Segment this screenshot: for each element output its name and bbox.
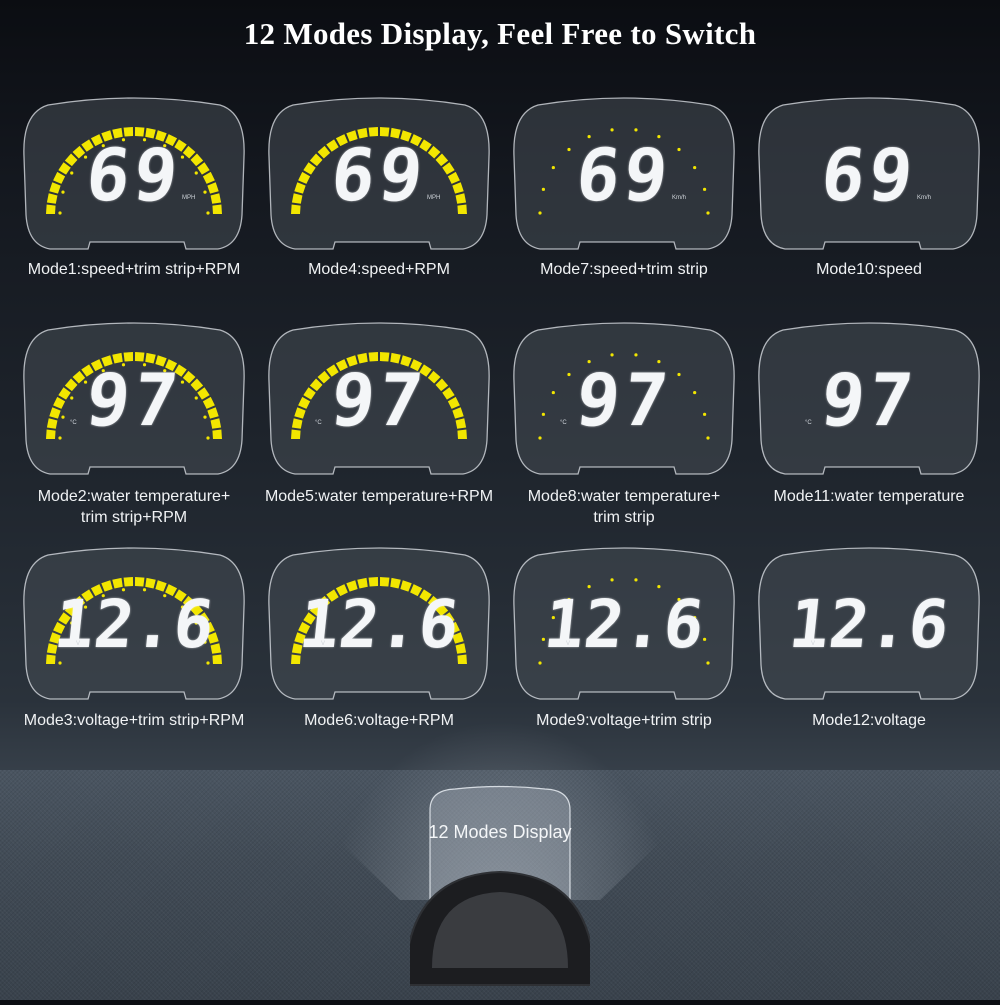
mode-label: Mode3:voltage+trim strip+RPM: [23, 712, 245, 729]
hud-reading: 12.6: [50, 586, 218, 663]
mode-card: 69 MPH Mode1:speed+trim strip+RPM: [18, 97, 250, 278]
mode-card: 69 Km/h Mode10:speed: [753, 97, 985, 278]
hud-screen: 69 MPH: [263, 97, 495, 252]
hud-screen: 12.6 V: [263, 547, 495, 702]
hud-screen: 12.6 V: [508, 547, 740, 702]
trim-strip-dot: [538, 436, 542, 440]
hud-unit: Km/h: [672, 195, 687, 201]
hud-unit: V: [811, 641, 816, 647]
hud-reading: 97: [817, 358, 921, 442]
hud-reading: 12.6: [540, 586, 708, 663]
hud-reading: 97: [572, 358, 676, 442]
trim-strip-dot: [610, 353, 614, 357]
hud-screen: 97 °C: [753, 322, 985, 477]
mode-label: Mode4:speed+RPM: [308, 261, 450, 278]
hud-reading: 69: [82, 133, 186, 217]
mode-card: 12.6 V Mode12:voltage: [753, 547, 985, 729]
hud-unit: MPH: [427, 195, 441, 201]
mode-card: 69 MPH Mode4:speed+RPM: [263, 97, 495, 278]
mode-label: Mode11:water temperature: [773, 488, 965, 505]
mode-card: 12.6 V Mode3:voltage+trim strip+RPM: [18, 547, 250, 729]
hud-unit: °C: [315, 420, 322, 426]
mode-card: 12.6 V Mode9:voltage+trim strip: [508, 547, 740, 729]
mode-label: Mode10:speed: [816, 261, 922, 278]
trim-strip-dot: [610, 578, 614, 582]
trim-strip-dot: [634, 128, 638, 132]
hud-reading: 97: [82, 358, 186, 442]
hud-screen: 12.6 V: [18, 547, 250, 702]
hud-screen: 97 °C: [263, 322, 495, 477]
trim-strip-dot: [206, 436, 210, 440]
mode-label: Mode9:voltage+trim strip: [536, 712, 712, 729]
hud-reading: 69: [327, 133, 431, 217]
hud-reading: 69: [817, 133, 921, 217]
trim-strip-dot: [58, 211, 62, 215]
trim-strip-dot: [634, 578, 638, 582]
hud-unit: V: [76, 641, 81, 647]
mode-label: Mode5:water temperature+RPM: [264, 488, 494, 505]
mode-card: 97 °C Mode5:water temperature+RPM: [263, 322, 495, 505]
mode-card: 97 °C Mode8:water temperature+ trim strip: [508, 322, 740, 526]
mode-card: 97 °C Mode2:water temperature+ trim strip+…: [18, 322, 250, 526]
mode-label: Mode12:voltage: [812, 712, 926, 729]
hud-screen: 12.6 V: [753, 547, 985, 702]
trim-strip-dot: [634, 353, 638, 357]
mode-card: 97 °C Mode11:water temperature: [753, 322, 985, 505]
hud-screen: 69 Km/h: [753, 97, 985, 252]
hud-unit: MPH: [182, 195, 196, 201]
hud-reading: 12.6: [785, 586, 953, 663]
mode-label: Mode1:speed+trim strip+RPM: [27, 261, 241, 278]
trim-strip-dot: [706, 661, 710, 665]
trim-strip-dot: [706, 211, 710, 215]
hud-unit: °C: [560, 420, 567, 426]
mode-label: Mode2:water temperature+ trim strip+RPM: [37, 488, 231, 526]
hud-screen: 97 °C: [18, 322, 250, 477]
hud-device: 12 Modes Display: [403, 780, 597, 1000]
trim-strip-dot: [206, 211, 210, 215]
hud-device-illustration: [403, 785, 597, 986]
hud-unit: V: [566, 641, 571, 647]
hud-reading: 97: [327, 358, 431, 442]
hud-reading: 69: [572, 133, 676, 217]
trim-strip-dot: [58, 436, 62, 440]
hud-screen: 97 °C: [508, 322, 740, 477]
hud-unit: °C: [805, 420, 812, 426]
mode-card: 12.6 V Mode6:voltage+RPM: [263, 547, 495, 729]
hud-unit: °C: [70, 420, 77, 426]
device-screen-text: 12 Modes Display: [428, 822, 572, 842]
hud-screen: 69 Km/h: [508, 97, 740, 252]
mode-label: Mode6:voltage+RPM: [304, 712, 454, 729]
page-title: 12 Modes Display, Feel Free to Switch: [243, 16, 757, 51]
hud-unit: V: [321, 641, 326, 647]
trim-strip-dot: [610, 128, 614, 132]
hud-unit: Km/h: [917, 195, 932, 201]
mode-label: Mode7:speed+trim strip: [540, 261, 708, 278]
hud-screen: 69 MPH: [18, 97, 250, 252]
mode-card: 69 Km/h Mode7:speed+trim strip: [508, 97, 740, 278]
hud-reading: 12.6: [295, 586, 463, 663]
mode-label: Mode8:water temperature+ trim strip: [527, 488, 721, 526]
trim-strip-dot: [538, 211, 542, 215]
trim-strip-dot: [706, 436, 710, 440]
